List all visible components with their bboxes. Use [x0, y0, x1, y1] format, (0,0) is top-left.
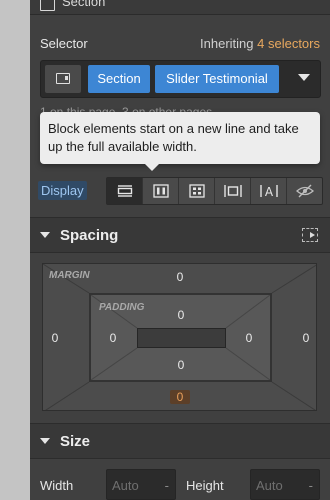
height-value: Auto	[256, 478, 283, 493]
display-flex-button[interactable]	[143, 178, 179, 204]
height-unit[interactable]: -	[309, 478, 313, 493]
svg-text:A: A	[264, 185, 273, 198]
width-value: Auto	[112, 478, 139, 493]
padding-label: PADDING	[99, 302, 145, 313]
inheriting-count-link[interactable]: 4 selectors	[257, 36, 320, 51]
display-grid-button[interactable]	[179, 178, 215, 204]
padding-top-value[interactable]: 0	[171, 308, 191, 322]
selector-label: Selector	[40, 36, 88, 51]
display-label[interactable]: Display	[38, 181, 87, 200]
spacing-section-header[interactable]: Spacing	[30, 217, 330, 253]
style-panel: Section Selector Inheriting 4 selectors …	[30, 0, 330, 500]
padding-box: PADDING 0 0 0 0	[89, 293, 272, 382]
width-unit[interactable]: -	[165, 478, 169, 493]
section-icon	[40, 0, 55, 11]
display-inline-block-icon	[223, 185, 242, 197]
selector-type-button[interactable]	[45, 65, 81, 93]
height-input[interactable]: Auto -	[250, 469, 320, 500]
inheriting-info[interactable]: Inheriting 4 selectors	[200, 36, 320, 51]
margin-label: MARGIN	[49, 270, 90, 281]
display-block-icon	[117, 185, 132, 197]
display-options: A	[106, 177, 323, 205]
display-none-icon	[295, 184, 314, 198]
class-card-icon	[56, 73, 70, 84]
content-box	[137, 328, 226, 348]
margin-top-value[interactable]: 0	[170, 270, 190, 284]
inheriting-prefix: Inheriting	[200, 36, 254, 51]
padding-right-value[interactable]: 0	[239, 331, 259, 345]
collapse-triangle-icon[interactable]	[40, 232, 50, 238]
margin-left-value[interactable]: 0	[45, 331, 65, 345]
display-grid-icon	[188, 184, 205, 198]
collapse-triangle-icon[interactable]	[40, 438, 50, 444]
size-section-header[interactable]: Size	[30, 423, 330, 459]
margin-bottom-value[interactable]: 0	[170, 390, 190, 404]
margin-right-value[interactable]: 0	[296, 331, 316, 345]
padding-bottom-value[interactable]: 0	[171, 358, 191, 372]
display-block-button[interactable]	[107, 178, 143, 204]
display-flex-icon	[152, 184, 169, 198]
section-header[interactable]: Section	[30, 0, 330, 15]
size-title: Size	[60, 433, 91, 450]
margin-box: MARGIN 0 0 0 0 PADDING 0 0 0 0	[42, 263, 317, 411]
spacing-title: Spacing	[60, 227, 119, 244]
display-none-button[interactable]	[287, 178, 322, 204]
section-title: Section	[62, 0, 106, 9]
display-inline-icon: A	[259, 185, 278, 198]
width-label: Width	[40, 478, 74, 493]
height-label: Height	[186, 478, 224, 493]
padding-left-value[interactable]: 0	[103, 331, 123, 345]
selector-chip-section[interactable]: Section	[88, 65, 150, 93]
display-tooltip: Block elements start on a new line and t…	[40, 112, 320, 164]
spacing-expand-icon[interactable]	[302, 228, 318, 242]
selector-dropdown-caret-icon[interactable]	[298, 74, 310, 81]
selector-chip-slider-testimonial[interactable]: Slider Testimonial	[155, 65, 279, 93]
display-inline-block-button[interactable]	[215, 178, 251, 204]
tooltip-arrow	[145, 164, 159, 171]
width-input[interactable]: Auto -	[106, 469, 176, 500]
selector-field[interactable]: Section Slider Testimonial	[40, 60, 321, 98]
display-inline-button[interactable]: A	[251, 178, 287, 204]
